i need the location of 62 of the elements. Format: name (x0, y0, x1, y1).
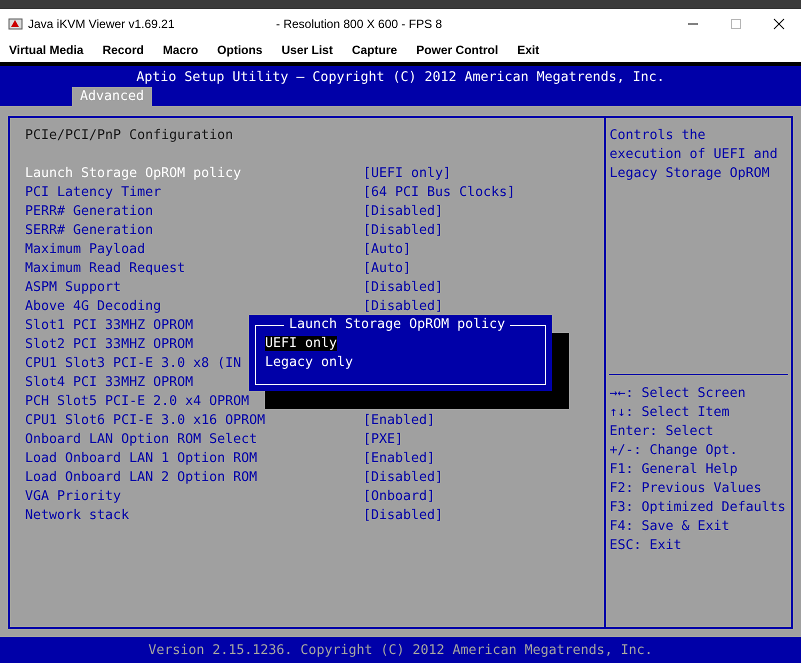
setting-label[interactable]: Network stack (25, 508, 130, 523)
setting-label[interactable]: Maximum Read Request (25, 261, 186, 276)
setting-value[interactable]: [Disabled] (363, 468, 444, 487)
setting-label[interactable]: Maximum Payload (25, 242, 146, 257)
key-help: ESC: Exit (609, 537, 683, 555)
menu-item[interactable]: Capture (352, 41, 398, 59)
setting-value[interactable]: [Disabled] (363, 278, 444, 297)
tab[interactable]: Advanced (72, 87, 152, 106)
setting-value[interactable]: [Disabled] (363, 202, 444, 221)
setting-label[interactable]: PCI Latency Timer (25, 185, 162, 200)
window-title: Java iKVM Viewer v1.69.21 (28, 16, 176, 32)
setting-label[interactable]: Launch Storage OpROM policy (25, 166, 242, 181)
key-help: ↑↓: Select Item (609, 404, 731, 422)
setting-label[interactable]: VGA Priority (25, 489, 122, 504)
setting-label[interactable]: CPU1 Slot6 PCI-E 3.0 x16 OPROM (25, 413, 266, 428)
setting-value[interactable]: [Enabled] (363, 449, 436, 468)
setting-label[interactable]: Slot1 PCI 33MHZ OPROM (25, 318, 194, 333)
app-icon (8, 16, 23, 31)
setting-label[interactable]: Onboard LAN Option ROM Select (25, 432, 258, 447)
setting-label[interactable]: PCH Slot5 PCI-E 2.0 x4 OPROM (25, 394, 250, 409)
setting-label[interactable]: Above 4G Decoding (25, 299, 162, 314)
setting-value[interactable]: [Disabled] (363, 221, 444, 240)
key-help: F4: Save & Exit (609, 518, 731, 536)
menu-item[interactable]: User List (281, 41, 333, 59)
setting-label[interactable]: PERR# Generation (25, 204, 154, 219)
menu-item[interactable]: Macro (162, 41, 198, 59)
menu-item[interactable]: Power Control (416, 41, 498, 59)
key-help: F3: Optimized Defaults (609, 499, 787, 517)
menu-item[interactable]: Options (217, 41, 262, 59)
setting-label[interactable]: Load Onboard LAN 2 Option ROM (25, 470, 258, 485)
popup-title: Launch Storage OpROM policy (284, 315, 510, 334)
setting-value[interactable]: [64 PCI Bus Clocks] (363, 183, 516, 202)
key-help: →←: Select Screen (609, 385, 747, 403)
setting-value[interactable]: [PXE] (363, 430, 404, 449)
setting-label[interactable]: Slot2 PCI 33MHZ OPROM (25, 337, 194, 352)
close-icon[interactable] (773, 18, 785, 30)
menu-item[interactable]: Record (102, 41, 144, 59)
setting-value[interactable]: [Auto] (363, 259, 412, 278)
header-title: Aptio Setup Utility – Copyright (C) 2012 American Megatrends, Inc. (136, 69, 665, 87)
setting-value[interactable]: [UEFI only] (363, 164, 452, 183)
setting-label[interactable]: CPU1 Slot3 PCI-E 3.0 x8 (IN (25, 356, 242, 371)
help-text: Controls the execution of UEFI and Legacy Storage OpROM (609, 127, 779, 183)
footer-text: Version 2.15.1236. Copyright (C) 2012 American Megatrends, Inc. (148, 642, 653, 660)
key-help: +/-: Change Opt. (609, 442, 739, 460)
setting-label[interactable]: SERR# Generation (25, 223, 154, 238)
setting-label[interactable]: Slot4 PCI 33MHZ OPROM (25, 375, 194, 390)
setting-value[interactable]: [Auto] (363, 240, 412, 259)
setting-label[interactable]: Load Onboard LAN 1 Option ROM (25, 451, 258, 466)
menu-item[interactable]: Virtual Media (9, 41, 84, 59)
setting-label[interactable]: ASPM Support (25, 280, 122, 295)
menu-item[interactable]: Exit (517, 41, 540, 59)
section-title: PCIe/PCI/PnP Configuration (25, 127, 234, 145)
window-subtitle: - Resolution 800 X 600 - FPS 8 (276, 16, 442, 32)
popup-option[interactable]: Legacy only (265, 355, 354, 370)
setting-value[interactable]: [Enabled] (363, 411, 436, 430)
key-help: F2: Previous Values (609, 480, 763, 498)
setting-value[interactable]: [Disabled] (363, 297, 444, 316)
key-help: F1: General Help (609, 461, 739, 479)
popup-option[interactable]: UEFI only (265, 336, 338, 351)
key-help: Enter: Select (609, 423, 715, 441)
setting-value[interactable]: [Disabled] (363, 506, 444, 525)
setting-value[interactable]: [Onboard] (363, 487, 436, 506)
